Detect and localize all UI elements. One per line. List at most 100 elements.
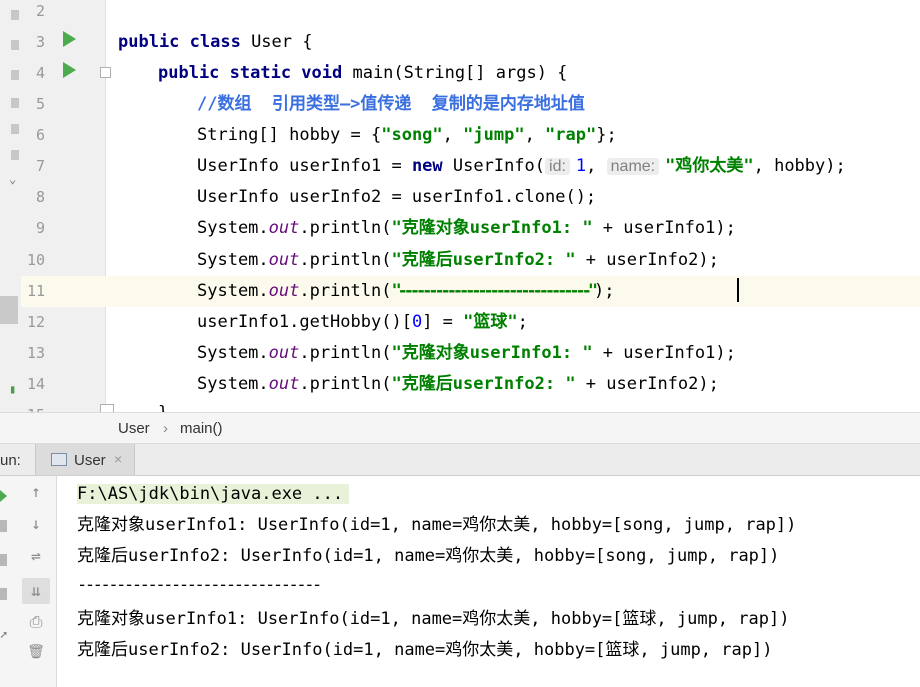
code-text: ] = (422, 312, 464, 332)
structure-tab-icon[interactable] (0, 296, 18, 324)
breadcrumb-class[interactable]: User (118, 420, 150, 437)
code-text: String[] hobby = { (197, 125, 382, 145)
run-tab-label: User (74, 452, 106, 469)
line-number: 6 (35, 126, 45, 144)
strip-marker (11, 98, 19, 108)
strip-marker (11, 124, 19, 134)
code-text: userInfo1.getHobby()[ (197, 312, 412, 332)
code-text: , hobby); (753, 156, 846, 176)
pin-icon[interactable]: ➚ (0, 628, 7, 642)
code-text: UserInfo userInfo1 = (197, 156, 412, 176)
string-literal: "克隆后userInfo2: " (391, 374, 576, 394)
line-number: 15 (21, 400, 45, 412)
console-line: 克隆后userInfo2: UserInfo(id=1, name=鸡你太美, … (77, 546, 780, 566)
strip-marker (11, 70, 19, 80)
code-line-13: System.out.println("克隆对象userInfo1: " + u… (197, 338, 736, 369)
code-text: }; (596, 125, 617, 145)
application-icon (51, 453, 67, 466)
string-literal: "克隆对象userInfo1: " (391, 218, 593, 238)
code-text: + userInfo2); (575, 250, 719, 270)
static-field: out (268, 250, 300, 270)
line-number: 4 (35, 64, 45, 82)
static-field: out (268, 374, 300, 394)
comment: //数组 引用类型—>值传递 复制的是内存地址值 (197, 94, 585, 114)
code-text: main(String[] args) { (352, 63, 568, 83)
code-text: .println( (299, 250, 392, 270)
line-number: 14 (26, 375, 45, 393)
rerun-icon[interactable] (0, 490, 7, 502)
soft-wrap-icon[interactable]: ⇌ (26, 546, 46, 565)
down-arrow-icon[interactable]: ↓ (26, 514, 46, 533)
line-number: 13 (26, 344, 45, 362)
run-main-icon[interactable] (63, 62, 76, 78)
left-tool-strip: ⌄ ▮ (0, 0, 21, 412)
string-literal: "篮球" (463, 312, 518, 332)
fold-icon[interactable] (100, 67, 111, 78)
code-text: System. (197, 374, 269, 394)
code-line-4: public static void main(String[] args) { (158, 58, 567, 89)
print-icon[interactable]: ⎙ (26, 612, 46, 632)
line-number: 5 (35, 95, 45, 113)
string-literal: "-------------------------------" (391, 281, 599, 301)
string-literal: "克隆对象userInfo1: " (391, 343, 593, 363)
trash-icon[interactable]: 🗑 (26, 644, 46, 660)
up-arrow-icon[interactable]: ↑ (26, 482, 46, 501)
settings-icon[interactable] (0, 588, 7, 600)
code-text: + userInfo1); (592, 218, 736, 238)
run-class-icon[interactable] (63, 31, 76, 47)
code-text: .println( (299, 218, 392, 238)
parameter-hint: id: (545, 158, 570, 175)
bar-chart-icon[interactable]: ▮ (9, 382, 16, 396)
line-number: 10 (26, 251, 45, 269)
console-command[interactable]: F:\AS\jdk\bin\java.exe ... (77, 484, 350, 504)
console-line: ------------------------------- (77, 575, 322, 595)
parameter-hint: name: (606, 158, 660, 175)
run-tab-user[interactable]: User × (35, 444, 135, 475)
code-text: System. (197, 250, 269, 270)
code-text: System. (197, 218, 269, 238)
breadcrumb-method[interactable]: main() (180, 420, 223, 437)
console-line: 克隆后userInfo2: UserInfo(id=1, name=鸡你太美, … (77, 640, 773, 660)
code-editor[interactable]: ⌄ ▮ 2 3 4 5 6 7 8 9 10 11 12 13 14 15 pu… (0, 0, 920, 412)
code-text: , (442, 125, 464, 145)
number-literal: 1 (575, 156, 587, 176)
line-number: 2 (35, 2, 45, 20)
fold-end-icon[interactable] (100, 404, 114, 412)
text-caret (737, 278, 739, 302)
static-field: out (268, 343, 300, 363)
code-line-3: public class User { (118, 27, 312, 58)
strip-marker (11, 10, 19, 20)
code-line-5: //数组 引用类型—>值传递 复制的是内存地址值 (197, 89, 585, 120)
code-line-8: UserInfo userInfo2 = userInfo1.clone(); (197, 182, 596, 213)
code-line-14: System.out.println("克隆后userInfo2: " + us… (197, 369, 719, 400)
line-number: 7 (35, 157, 45, 175)
breadcrumb: User › main() (0, 412, 920, 444)
console-toolbar: ➚ ↑ ↓ ⇌ ⇊ ⎙ 🗑 (0, 476, 57, 687)
code-text: + userInfo2); (575, 374, 719, 394)
line-number: 12 (26, 313, 45, 331)
code-line-12: userInfo1.getHobby()[0] = "篮球"; (197, 307, 528, 338)
code-line-7: UserInfo userInfo1 = new UserInfo(id: 1 , … (197, 151, 846, 182)
code-text: ); (593, 281, 615, 301)
static-field: out (268, 281, 300, 301)
code-text: User { (251, 32, 313, 52)
code-text: ; (517, 312, 528, 332)
scroll-to-end-icon[interactable]: ⇊ (22, 578, 50, 604)
code-text: System. (197, 343, 269, 363)
line-number: 8 (35, 188, 45, 206)
string-literal: "song" (381, 125, 443, 145)
chevron-down-icon[interactable]: ⌄ (9, 172, 16, 186)
console-left-strip: ➚ (0, 476, 12, 687)
code-text: .println( (299, 343, 392, 363)
string-literal: "克隆后userInfo2: " (391, 250, 576, 270)
code-line-15: } (158, 398, 168, 412)
pause-icon[interactable] (0, 554, 7, 566)
code-text: UserInfo( (452, 156, 546, 176)
close-icon[interactable]: × (114, 451, 122, 467)
run-console[interactable]: ➚ ↑ ↓ ⇌ ⇊ ⎙ 🗑 F:\AS\jdk\bin\java.exe ...… (0, 476, 920, 687)
line-number: 11 (26, 282, 45, 300)
code-line-9: System.out.println("克隆对象userInfo1: " + u… (197, 213, 736, 244)
keyword: new (411, 156, 453, 176)
strip-marker (11, 40, 19, 50)
stop-icon[interactable] (0, 520, 7, 532)
